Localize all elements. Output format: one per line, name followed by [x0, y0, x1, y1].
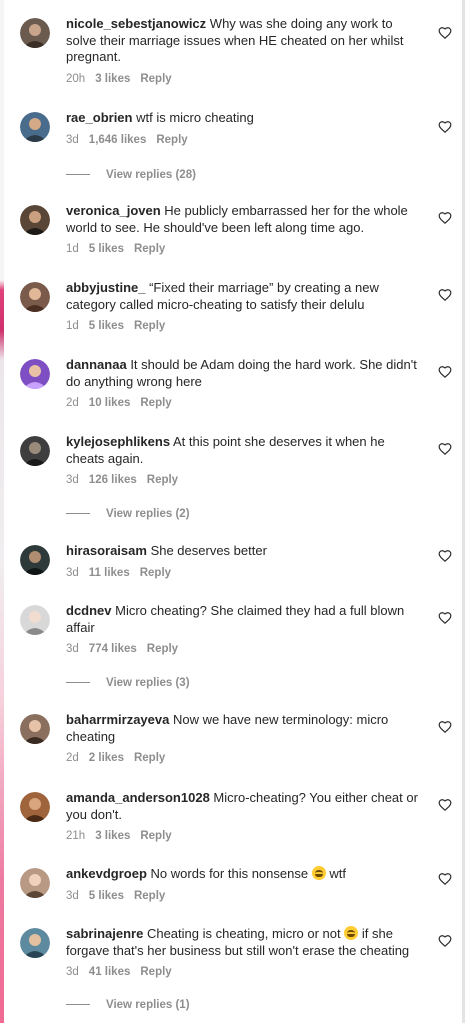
comment-time: 2d	[66, 397, 79, 409]
comment-username[interactable]: dcdnev	[66, 603, 112, 618]
comment-username[interactable]: ankevdgroep	[66, 866, 147, 881]
avatar[interactable]	[20, 18, 50, 48]
comment-likes[interactable]: 3 likes	[95, 830, 130, 842]
reply-button[interactable]: Reply	[140, 830, 171, 842]
laughing-crying-emoji-icon	[311, 866, 326, 880]
avatar[interactable]	[20, 792, 50, 822]
comment-time: 3d	[66, 643, 79, 655]
avatar[interactable]	[20, 868, 50, 898]
comment-likes[interactable]: 126 likes	[89, 474, 137, 486]
comment-likes[interactable]: 3 likes	[95, 73, 130, 85]
comment-username[interactable]: dannanaa	[66, 357, 127, 372]
comment-time: 1d	[66, 243, 79, 255]
heart-icon[interactable]	[438, 26, 452, 40]
laughing-crying-emoji-icon	[344, 926, 359, 940]
view-replies-label[interactable]: View replies (3)	[106, 677, 190, 689]
comment-username[interactable]: sabrinajenre	[66, 926, 143, 941]
comment-time: 3d	[66, 966, 79, 978]
avatar[interactable]	[20, 605, 50, 635]
view-replies-label[interactable]: View replies (2)	[106, 508, 190, 520]
heart-icon[interactable]	[438, 934, 452, 948]
comment-text: Micro cheating? She claimed they had a f…	[66, 603, 405, 635]
avatar[interactable]	[20, 112, 50, 142]
heart-icon[interactable]	[438, 120, 452, 134]
reply-button[interactable]: Reply	[134, 243, 165, 255]
avatar[interactable]	[20, 205, 50, 235]
comment-likes[interactable]: 2 likes	[89, 752, 124, 764]
comment-username[interactable]: veronica_joven	[66, 203, 161, 218]
comment-username[interactable]: nicole_sebestjanowicz	[66, 16, 206, 31]
view-replies-button[interactable]: View replies (28)	[66, 168, 196, 182]
reply-button[interactable]: Reply	[147, 643, 178, 655]
avatar[interactable]	[20, 714, 50, 744]
heart-icon[interactable]	[438, 365, 452, 379]
left-edge-strip	[0, 0, 4, 1023]
comment-text: wtf is micro cheating	[136, 110, 254, 125]
comment-text: No words for this nonsense	[150, 866, 309, 881]
reply-button[interactable]: Reply	[134, 890, 165, 902]
replies-divider-line	[66, 1004, 90, 1006]
view-replies-label[interactable]: View replies (1)	[106, 999, 190, 1011]
replies-divider-line	[66, 682, 90, 684]
avatar[interactable]	[20, 436, 50, 466]
avatar[interactable]	[20, 545, 50, 575]
view-replies-button[interactable]: View replies (1)	[66, 998, 190, 1012]
heart-icon[interactable]	[438, 211, 452, 225]
reply-button[interactable]: Reply	[134, 752, 165, 764]
comment-likes[interactable]: 11 likes	[89, 567, 130, 579]
comment-username[interactable]: abbyjustine_	[66, 280, 145, 295]
reply-button[interactable]: Reply	[140, 567, 171, 579]
comment-time: 1d	[66, 320, 79, 332]
replies-divider-line	[66, 174, 90, 176]
comment-username[interactable]: baharrmirzayeva	[66, 712, 169, 727]
heart-icon[interactable]	[438, 611, 452, 625]
comment-time: 3d	[66, 133, 79, 146]
comment-time: 3d	[66, 566, 79, 579]
heart-icon[interactable]	[438, 720, 452, 734]
comment-likes[interactable]: 774 likes	[89, 643, 137, 655]
avatar[interactable]	[20, 359, 50, 389]
reply-button[interactable]: Reply	[140, 73, 171, 85]
comment-likes[interactable]: 5 likes	[89, 320, 124, 332]
comment-username[interactable]: rae_obrien	[66, 110, 132, 125]
replies-divider-line	[66, 513, 90, 515]
avatar[interactable]	[20, 282, 50, 312]
comment-time: 3d	[66, 889, 79, 902]
comment-text-continued: wtf	[325, 866, 346, 881]
comment-likes[interactable]: 41 likes	[89, 966, 131, 978]
reply-button[interactable]: Reply	[134, 320, 165, 332]
comment-text: She deserves better	[150, 543, 267, 558]
reply-button[interactable]: Reply	[156, 134, 187, 146]
comment-time: 2d	[66, 752, 79, 764]
view-replies-label[interactable]: View replies (28)	[106, 169, 196, 181]
comment-likes[interactable]: 5 likes	[89, 890, 124, 902]
heart-icon[interactable]	[438, 798, 452, 812]
comment-username[interactable]: kylejosephlikens	[66, 434, 170, 449]
comment-likes[interactable]: 1,646 likes	[89, 134, 147, 146]
comment-username[interactable]: amanda_anderson1028	[66, 790, 210, 805]
heart-icon[interactable]	[438, 442, 452, 456]
comment-time: 20h	[66, 72, 86, 85]
comment-likes[interactable]: 5 likes	[89, 243, 124, 255]
heart-icon[interactable]	[438, 288, 452, 302]
comment-text: Cheating is cheating, micro or not	[146, 926, 341, 941]
view-replies-button[interactable]: View replies (2)	[66, 507, 190, 521]
avatar[interactable]	[20, 928, 50, 958]
comment-time: 21h	[66, 830, 86, 842]
view-replies-button[interactable]: View replies (3)	[66, 676, 190, 690]
comment-time: 3d	[66, 474, 79, 486]
comment-likes[interactable]: 10 likes	[89, 397, 131, 409]
reply-button[interactable]: Reply	[140, 966, 171, 978]
reply-button[interactable]: Reply	[140, 397, 171, 409]
reply-button[interactable]: Reply	[147, 474, 178, 486]
heart-icon[interactable]	[438, 872, 452, 886]
heart-icon[interactable]	[438, 549, 452, 563]
comment-username[interactable]: hirasoraisam	[66, 543, 147, 558]
